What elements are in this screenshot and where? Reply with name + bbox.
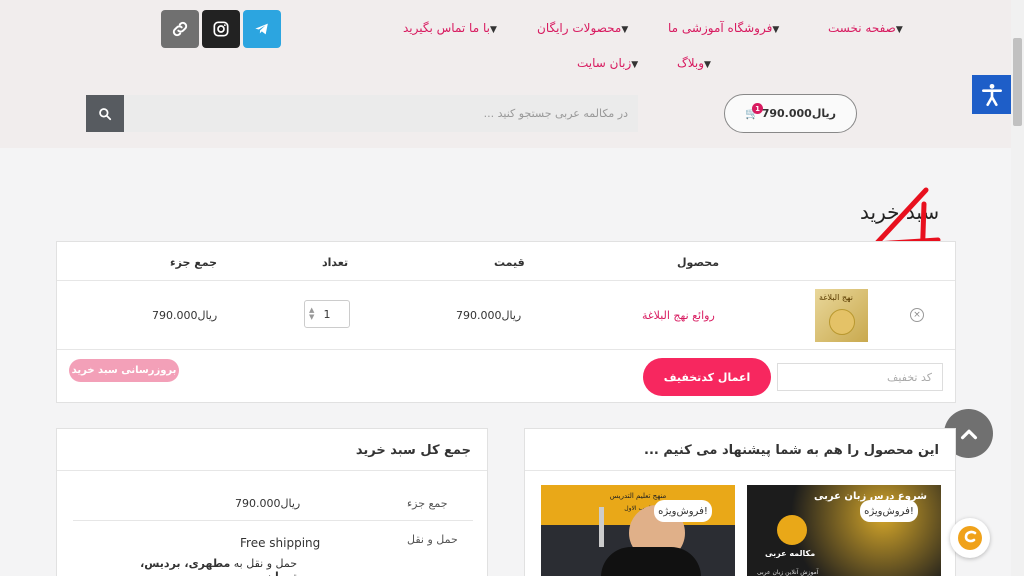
site-logo-badge[interactable]	[950, 518, 990, 558]
header-product: محصول	[677, 256, 720, 269]
product-card-right[interactable]: شروع درس زبان عربی مکالمه عربی آموزش آنل…	[747, 485, 941, 576]
instagram-icon	[213, 21, 229, 37]
product-card-left[interactable]: منهج تعلیم التدریس الحب الاول فروش‌ویژه!	[541, 485, 735, 576]
chevron-down-icon: ▼	[704, 60, 711, 70]
brand-logo-icon	[777, 515, 807, 545]
cart-count-badge: 1	[752, 103, 763, 114]
divider	[57, 470, 487, 471]
product-name-link[interactable]: روائع نهج البلاغة	[642, 309, 715, 322]
chevron-down-icon: ▼	[895, 25, 903, 35]
telegram-button[interactable]	[243, 10, 281, 48]
remove-item-button[interactable]: ×	[910, 308, 924, 322]
sale-badge: فروش‌ویژه!	[654, 500, 712, 522]
nav-blog[interactable]: ▼وبلاگ	[677, 56, 719, 70]
link-icon	[172, 21, 188, 37]
nav-shop[interactable]: ▼فروشگاه آموزشی ما	[668, 21, 787, 35]
link-button[interactable]	[161, 10, 199, 48]
quantity-stepper[interactable]: ▲ ▼ 1	[304, 300, 350, 328]
product-price: ریال790.000	[456, 309, 522, 322]
instagram-button[interactable]	[202, 10, 240, 48]
chevron-up-icon	[960, 429, 977, 439]
subtotal-value: ریال790.000	[235, 497, 301, 510]
search-input[interactable]: در مکالمه عربی جستجو کنید ...	[124, 95, 638, 132]
divider	[525, 470, 955, 471]
update-cart-button[interactable]: بروزرسانی سبد خرید	[69, 359, 179, 382]
nav-free-products[interactable]: ▼محصولات رایگان	[537, 21, 636, 35]
accessibility-icon	[981, 83, 1002, 106]
divider	[73, 520, 473, 521]
divider	[57, 349, 955, 350]
nav-contact[interactable]: ▼با ما تماس بگیرید	[403, 21, 505, 35]
brand-logo-icon	[958, 526, 982, 550]
subtotal-label: جمع جزء	[407, 497, 448, 510]
search-button[interactable]	[86, 95, 124, 132]
accessibility-button[interactable]	[972, 75, 1011, 114]
cart-total: ریال790.000	[761, 107, 836, 120]
close-icon: ×	[913, 310, 921, 320]
apply-coupon-button[interactable]: اعمال کدتخفیف	[643, 358, 771, 396]
header-price: قیمت	[494, 256, 525, 269]
suggested-products-panel: این محصول را هم به شما پیشنهاد می کنیم .…	[524, 428, 956, 576]
scrollbar-thumb[interactable]	[1013, 38, 1022, 126]
search-icon	[99, 107, 112, 120]
sale-badge: فروش‌ویژه!	[860, 500, 918, 522]
shipping-destination: حمل و نقل به مطهری، بردیس، تهران،	[140, 557, 297, 576]
microphone-icon	[599, 507, 604, 547]
cart-button[interactable]: 1 🛒 ریال790.000	[724, 94, 857, 133]
product-thumbnail[interactable]: نهج البلاغة	[815, 289, 868, 342]
cart-totals-panel: جمع کل سبد خرید جمع جزء ریال790.000 حمل …	[56, 428, 488, 576]
header-subtotal: جمع جزء	[170, 256, 218, 269]
shipping-label: حمل و نقل	[407, 533, 458, 546]
telegram-icon	[255, 23, 268, 35]
cart-table: محصول قیمت تعداد جمع جزء × نهج البلاغة ر…	[56, 241, 956, 403]
totals-title: جمع کل سبد خرید	[355, 443, 471, 458]
divider	[57, 280, 955, 281]
chevron-down-icon: ▼	[621, 25, 629, 35]
header-quantity: تعداد	[322, 256, 349, 269]
stepper-arrows-icon[interactable]: ▲ ▼	[309, 307, 314, 321]
nav-language[interactable]: ▼زبان سایت	[577, 56, 646, 70]
nav-home[interactable]: ▼صفحه نخست	[828, 21, 911, 35]
suggested-title: این محصول را هم به شما پیشنهاد می کنیم .…	[644, 443, 939, 458]
product-subtotal: ریال790.000	[152, 309, 218, 322]
chevron-down-icon: ▼	[489, 25, 497, 35]
chevron-down-icon: ▼	[772, 25, 780, 35]
coupon-input[interactable]: کد تخفیف	[777, 363, 943, 391]
chevron-down-icon: ▼	[631, 60, 639, 70]
shipping-value: Free shipping	[240, 536, 321, 550]
